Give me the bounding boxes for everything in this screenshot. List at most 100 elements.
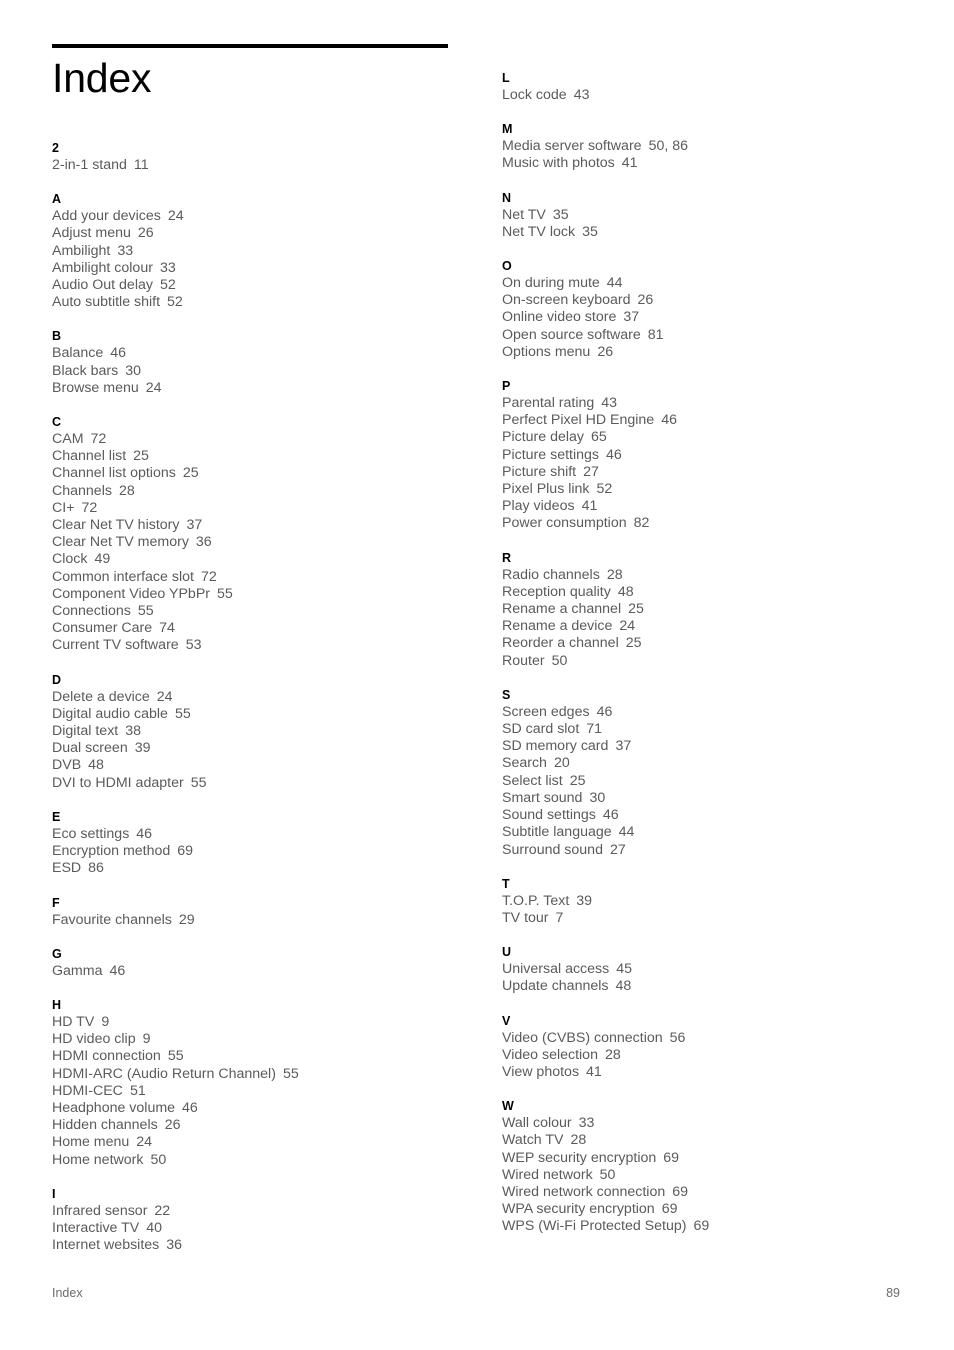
index-entry[interactable]: Screen edges 46 — [502, 704, 932, 721]
index-entry[interactable]: Surround sound 27 — [502, 842, 932, 859]
index-entry[interactable]: Radio channels 28 — [502, 567, 932, 584]
index-entry[interactable]: Watch TV 28 — [502, 1132, 932, 1149]
index-entry[interactable]: Encryption method 69 — [52, 843, 482, 860]
index-entry[interactable]: Subtitle language 44 — [502, 824, 932, 841]
index-entry[interactable]: Update channels 48 — [502, 978, 932, 995]
index-entry[interactable]: Digital text 38 — [52, 723, 482, 740]
index-entry[interactable]: ESD 86 — [52, 860, 482, 877]
index-entry[interactable]: Media server software 50, 86 — [502, 138, 932, 155]
index-entry[interactable]: Internet websites 36 — [52, 1237, 482, 1254]
index-entry[interactable]: On during mute 44 — [502, 275, 932, 292]
index-entry[interactable]: SD card slot 71 — [502, 721, 932, 738]
index-entry[interactable]: Sound settings 46 — [502, 807, 932, 824]
index-entry[interactable]: CAM 72 — [52, 431, 482, 448]
index-entry-term: Digital text — [52, 723, 119, 740]
index-entry[interactable]: Balance 46 — [52, 345, 482, 362]
index-entry[interactable]: TV tour 7 — [502, 910, 932, 927]
index-entry[interactable]: Play videos 41 — [502, 498, 932, 515]
index-entry[interactable]: Ambilight colour 33 — [52, 260, 482, 277]
index-entry-pages: 20 — [553, 755, 570, 772]
index-entry[interactable]: Hidden channels 26 — [52, 1117, 482, 1134]
index-entry[interactable]: Parental rating 43 — [502, 395, 932, 412]
index-entry[interactable]: HDMI-ARC (Audio Return Channel) 55 — [52, 1066, 482, 1083]
index-entry[interactable]: Auto subtitle shift 52 — [52, 294, 482, 311]
index-entry[interactable]: Universal access 45 — [502, 961, 932, 978]
index-entry[interactable]: Digital audio cable 55 — [52, 706, 482, 723]
index-entry[interactable]: Reorder a channel 25 — [502, 635, 932, 652]
index-entry[interactable]: Clear Net TV memory 36 — [52, 534, 482, 551]
index-entry[interactable]: View photos 41 — [502, 1064, 932, 1081]
index-entry[interactable]: HD video clip 9 — [52, 1031, 482, 1048]
index-entry[interactable]: WEP security encryption 69 — [502, 1150, 932, 1167]
index-entry[interactable]: Rename a channel 25 — [502, 601, 932, 618]
index-entry[interactable]: Home network 50 — [52, 1152, 482, 1169]
index-entry[interactable]: Search 20 — [502, 755, 932, 772]
index-entry[interactable]: Channel list options 25 — [52, 465, 482, 482]
index-entry[interactable]: Video (CVBS) connection 56 — [502, 1030, 932, 1047]
index-entry[interactable]: DVB 48 — [52, 757, 482, 774]
index-entry[interactable]: Channel list 25 — [52, 448, 482, 465]
index-entry[interactable]: Interactive TV 40 — [52, 1220, 482, 1237]
index-entry[interactable]: Select list 25 — [502, 773, 932, 790]
index-entry-term: WPS (Wi-Fi Protected Setup) — [502, 1218, 687, 1235]
index-entry[interactable]: HD TV 9 — [52, 1014, 482, 1031]
index-entry[interactable]: Delete a device 24 — [52, 689, 482, 706]
index-entry-pages: 36 — [166, 1237, 183, 1254]
index-entry[interactable]: Infrared sensor 22 — [52, 1203, 482, 1220]
index-entry[interactable]: Gamma 46 — [52, 963, 482, 980]
index-entry[interactable]: Rename a device 24 — [502, 618, 932, 635]
index-entry[interactable]: Component Video YPbPr 55 — [52, 586, 482, 603]
index-entry[interactable]: T.O.P. Text 39 — [502, 893, 932, 910]
index-entry[interactable]: Dual screen 39 — [52, 740, 482, 757]
index-entry[interactable]: Options menu 26 — [502, 344, 932, 361]
index-entry[interactable]: CI+ 72 — [52, 500, 482, 517]
index-entry[interactable]: Eco settings 46 — [52, 826, 482, 843]
index-entry[interactable]: Open source software 81 — [502, 327, 932, 344]
index-entry[interactable]: Browse menu 24 — [52, 380, 482, 397]
index-entry[interactable]: WPS (Wi-Fi Protected Setup) 69 — [502, 1218, 932, 1235]
index-entry[interactable]: Headphone volume 46 — [52, 1100, 482, 1117]
index-entry[interactable]: Reception quality 48 — [502, 584, 932, 601]
index-entry-term: Component Video YPbPr — [52, 585, 211, 602]
index-entry[interactable]: Add your devices 24 — [52, 208, 482, 225]
index-entry[interactable]: Clear Net TV history 37 — [52, 517, 482, 534]
index-entry-pages: 46 — [596, 703, 613, 720]
index-entry[interactable]: Common interface slot 72 — [52, 569, 482, 586]
index-entry[interactable]: Router 50 — [502, 653, 932, 670]
index-entry[interactable]: Connections 55 — [52, 603, 482, 620]
index-entry[interactable]: Ambilight 33 — [52, 243, 482, 260]
index-entry[interactable]: DVI to HDMI adapter 55 — [52, 775, 482, 792]
index-entry[interactable]: Online video store 37 — [502, 309, 932, 326]
index-entry[interactable]: Current TV software 53 — [52, 637, 482, 654]
index-entry[interactable]: Favourite channels 29 — [52, 912, 482, 929]
index-entry[interactable]: Wired network 50 — [502, 1167, 932, 1184]
index-entry[interactable]: SD memory card 37 — [502, 738, 932, 755]
index-entry[interactable]: Channels 28 — [52, 483, 482, 500]
index-entry[interactable]: Pixel Plus link 52 — [502, 481, 932, 498]
index-entry[interactable]: Wired network connection 69 — [502, 1184, 932, 1201]
index-entry[interactable]: On-screen keyboard 26 — [502, 292, 932, 309]
index-entry[interactable]: Audio Out delay 52 — [52, 277, 482, 294]
index-entry[interactable]: 2-in-1 stand 11 — [52, 157, 482, 174]
index-entry[interactable]: Picture settings 46 — [502, 447, 932, 464]
index-entry[interactable]: Adjust menu 26 — [52, 225, 482, 242]
index-entry[interactable]: Clock 49 — [52, 551, 482, 568]
index-entry[interactable]: Picture shift 27 — [502, 464, 932, 481]
index-entry[interactable]: Net TV 35 — [502, 207, 932, 224]
index-entry[interactable]: Home menu 24 — [52, 1134, 482, 1151]
index-entry[interactable]: Consumer Care 74 — [52, 620, 482, 637]
index-entry[interactable]: Wall colour 33 — [502, 1115, 932, 1132]
index-entry[interactable]: Music with photos 41 — [502, 155, 932, 172]
index-entry[interactable]: HDMI-CEC 51 — [52, 1083, 482, 1100]
index-entry-pages: 39 — [134, 740, 151, 757]
index-entry[interactable]: Video selection 28 — [502, 1047, 932, 1064]
index-entry[interactable]: WPA security encryption 69 — [502, 1201, 932, 1218]
index-entry[interactable]: HDMI connection 55 — [52, 1048, 482, 1065]
index-entry[interactable]: Picture delay 65 — [502, 429, 932, 446]
index-entry[interactable]: Smart sound 30 — [502, 790, 932, 807]
index-entry[interactable]: Lock code 43 — [502, 87, 932, 104]
index-entry[interactable]: Perfect Pixel HD Engine 46 — [502, 412, 932, 429]
index-entry[interactable]: Black bars 30 — [52, 363, 482, 380]
index-entry[interactable]: Power consumption 82 — [502, 515, 932, 532]
index-entry[interactable]: Net TV lock 35 — [502, 224, 932, 241]
